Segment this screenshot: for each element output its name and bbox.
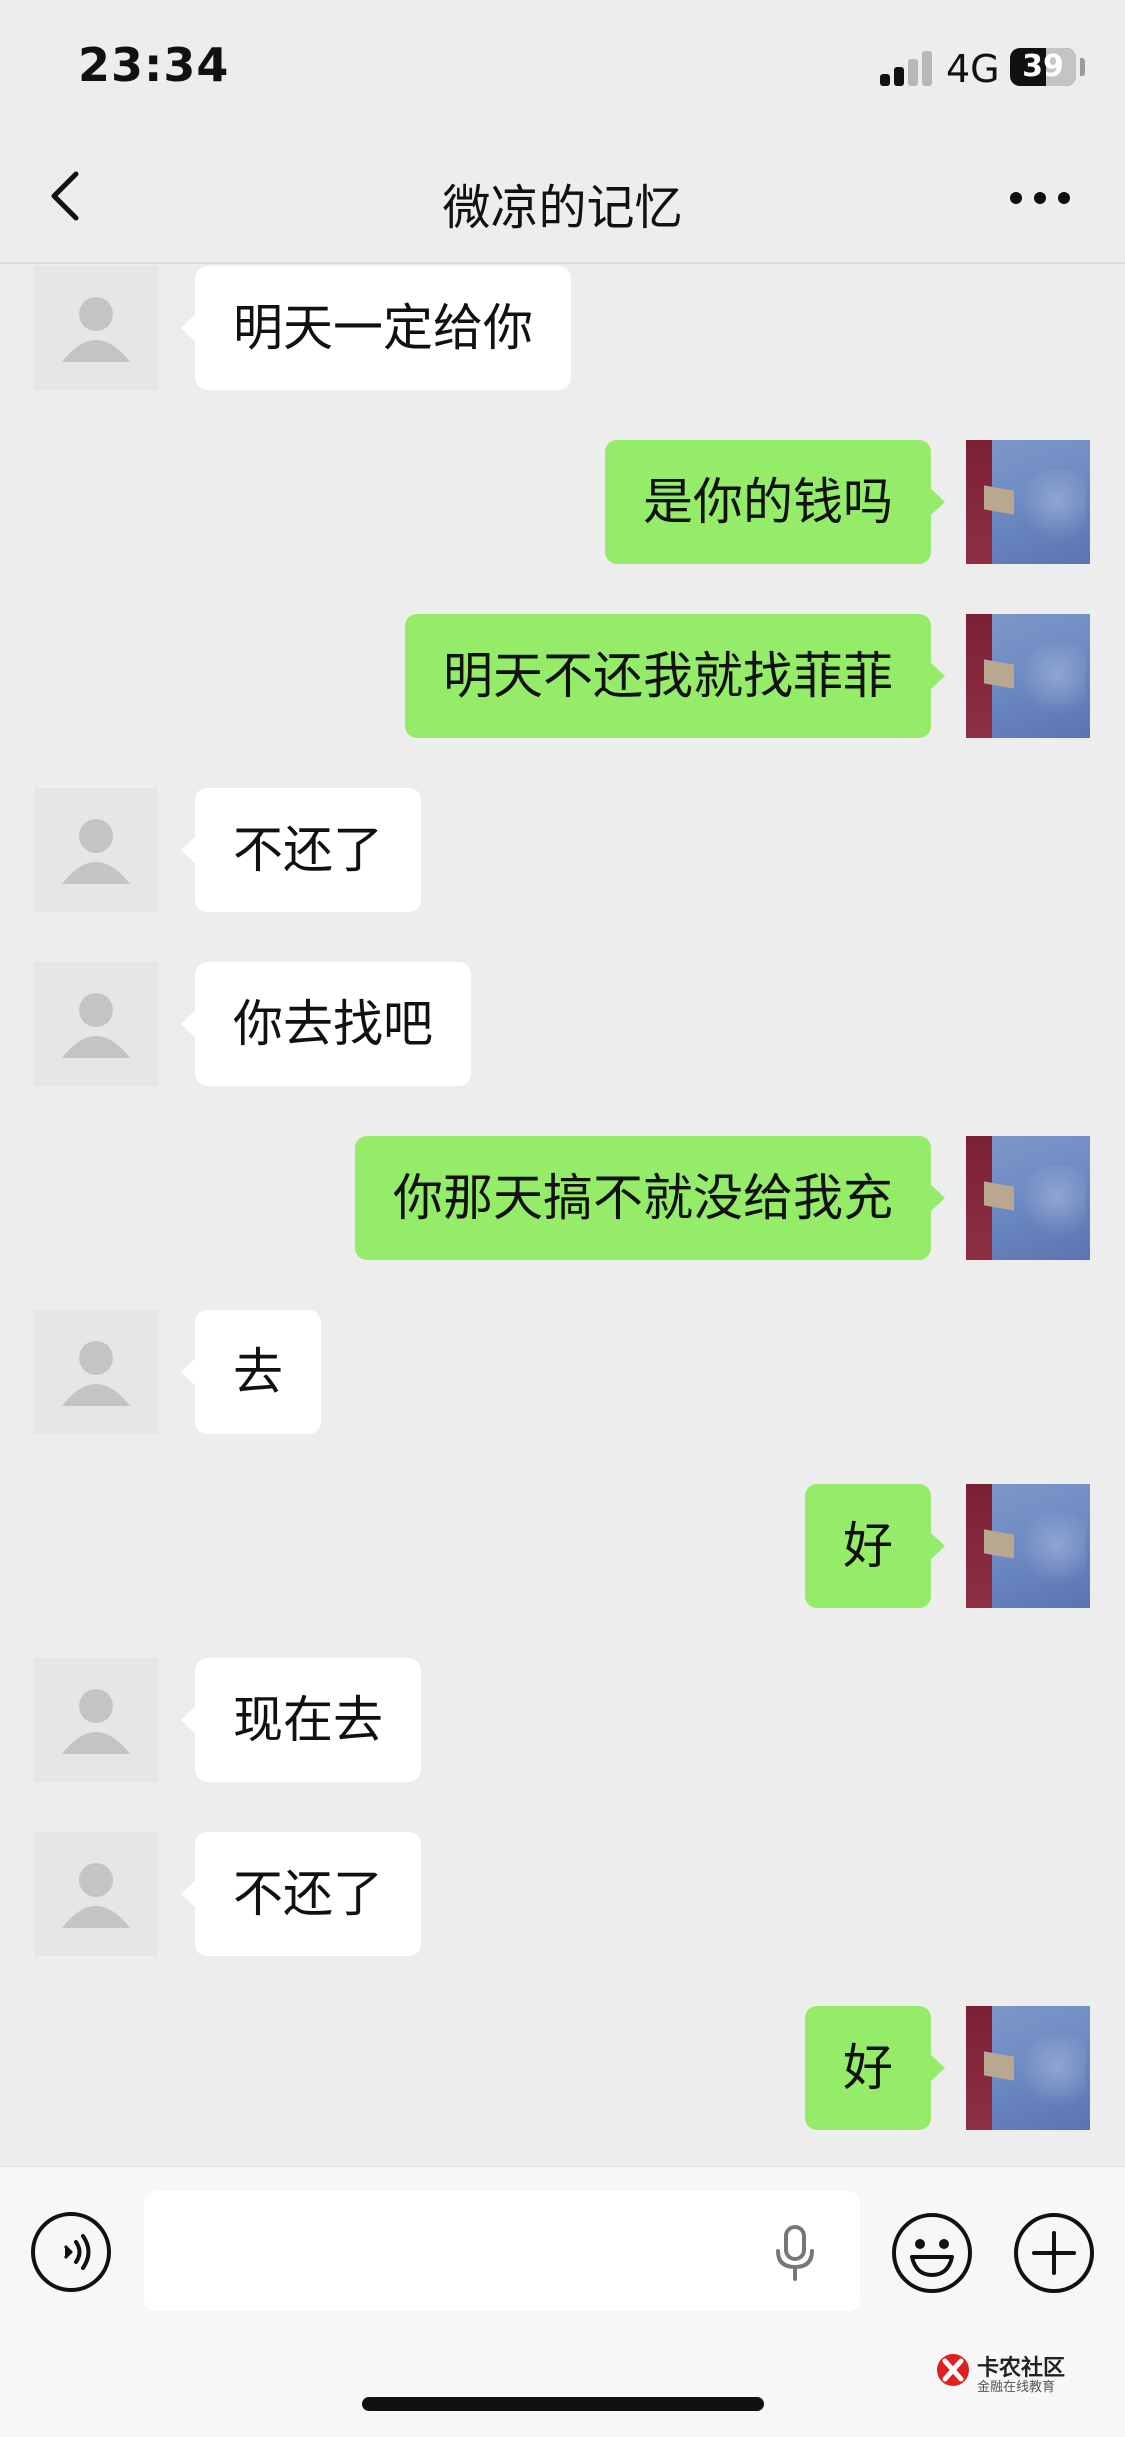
- plus-icon: [1014, 2213, 1094, 2293]
- message-bubble-incoming[interactable]: 现在去: [181, 1658, 421, 1782]
- message-bubble-outgoing[interactable]: 明天不还我就找菲菲: [405, 614, 945, 738]
- message-bubble-incoming[interactable]: 去: [181, 1310, 321, 1434]
- network-type: 4G: [946, 47, 1000, 91]
- my-avatar[interactable]: [966, 440, 1090, 564]
- default-user-icon: [62, 297, 130, 362]
- status-time: 23:34: [78, 38, 230, 92]
- default-user-icon: [62, 1863, 130, 1928]
- battery-icon: 39: [1010, 48, 1076, 86]
- message-bubble-outgoing[interactable]: 好: [805, 1484, 945, 1608]
- contact-avatar[interactable]: [34, 1658, 158, 1782]
- home-indicator[interactable]: [362, 2397, 764, 2411]
- voice-icon: [31, 2212, 111, 2292]
- message-row: 你那天搞不就没给我充: [0, 1136, 1125, 1260]
- contact-avatar[interactable]: [34, 962, 158, 1086]
- ellipsis-icon: [1010, 192, 1070, 204]
- chat-header: 微凉的记忆: [0, 130, 1125, 264]
- message-bubble-incoming[interactable]: 不还了: [181, 1832, 421, 1956]
- my-avatar[interactable]: [966, 614, 1090, 738]
- battery-level: 39: [1022, 49, 1064, 84]
- message-row: 你去找吧: [0, 962, 1125, 1086]
- message-bubble-outgoing[interactable]: 你那天搞不就没给我充: [355, 1136, 945, 1260]
- message-bubble-outgoing[interactable]: 好: [805, 2006, 945, 2130]
- voice-button[interactable]: [30, 2211, 112, 2293]
- default-user-icon: [62, 1341, 130, 1406]
- emoji-button[interactable]: [890, 2211, 974, 2295]
- message-row: 明天不还我就找菲菲: [0, 614, 1125, 738]
- message-row: 好: [0, 2006, 1125, 2130]
- default-user-icon: [62, 1689, 130, 1754]
- message-bubble-outgoing[interactable]: 是你的钱吗: [605, 440, 945, 564]
- message-row: 不还了: [0, 1832, 1125, 1956]
- message-row: 好: [0, 1484, 1125, 1608]
- message-bubble-incoming[interactable]: 你去找吧: [181, 962, 471, 1086]
- message-row: 去: [0, 1310, 1125, 1434]
- contact-avatar[interactable]: [34, 788, 158, 912]
- message-row: 不还了: [0, 788, 1125, 912]
- battery-cap: [1080, 58, 1085, 76]
- chat-title: 微凉的记忆: [442, 180, 683, 236]
- my-avatar[interactable]: [966, 1136, 1090, 1260]
- default-user-icon: [62, 993, 130, 1058]
- message-row: 现在去: [0, 1658, 1125, 1782]
- contact-avatar[interactable]: [34, 266, 158, 390]
- message-row: 明天一定给你: [0, 266, 1125, 390]
- message-row: 是你的钱吗: [0, 440, 1125, 564]
- watermark: 卡农社区 金融在线教育: [935, 2350, 1075, 2395]
- microphone-icon[interactable]: [768, 2225, 822, 2281]
- message-input[interactable]: [144, 2191, 860, 2311]
- more-button[interactable]: [1000, 170, 1080, 226]
- message-bubble-incoming[interactable]: 明天一定给你: [181, 266, 571, 390]
- contact-avatar[interactable]: [34, 1310, 158, 1434]
- plus-button[interactable]: [1012, 2211, 1096, 2295]
- watermark-subtitle: 金融在线教育: [977, 2380, 1056, 2395]
- watermark-logo-icon: [937, 2354, 969, 2386]
- default-user-icon: [62, 819, 130, 884]
- message-bubble-incoming[interactable]: 不还了: [181, 788, 421, 912]
- status-bar: 23:34 4G 39: [0, 0, 1125, 130]
- my-avatar[interactable]: [966, 2006, 1090, 2130]
- contact-avatar[interactable]: [34, 1832, 158, 1956]
- emoji-icon: [892, 2213, 972, 2293]
- my-avatar[interactable]: [966, 1484, 1090, 1608]
- signal-icon: [880, 50, 934, 86]
